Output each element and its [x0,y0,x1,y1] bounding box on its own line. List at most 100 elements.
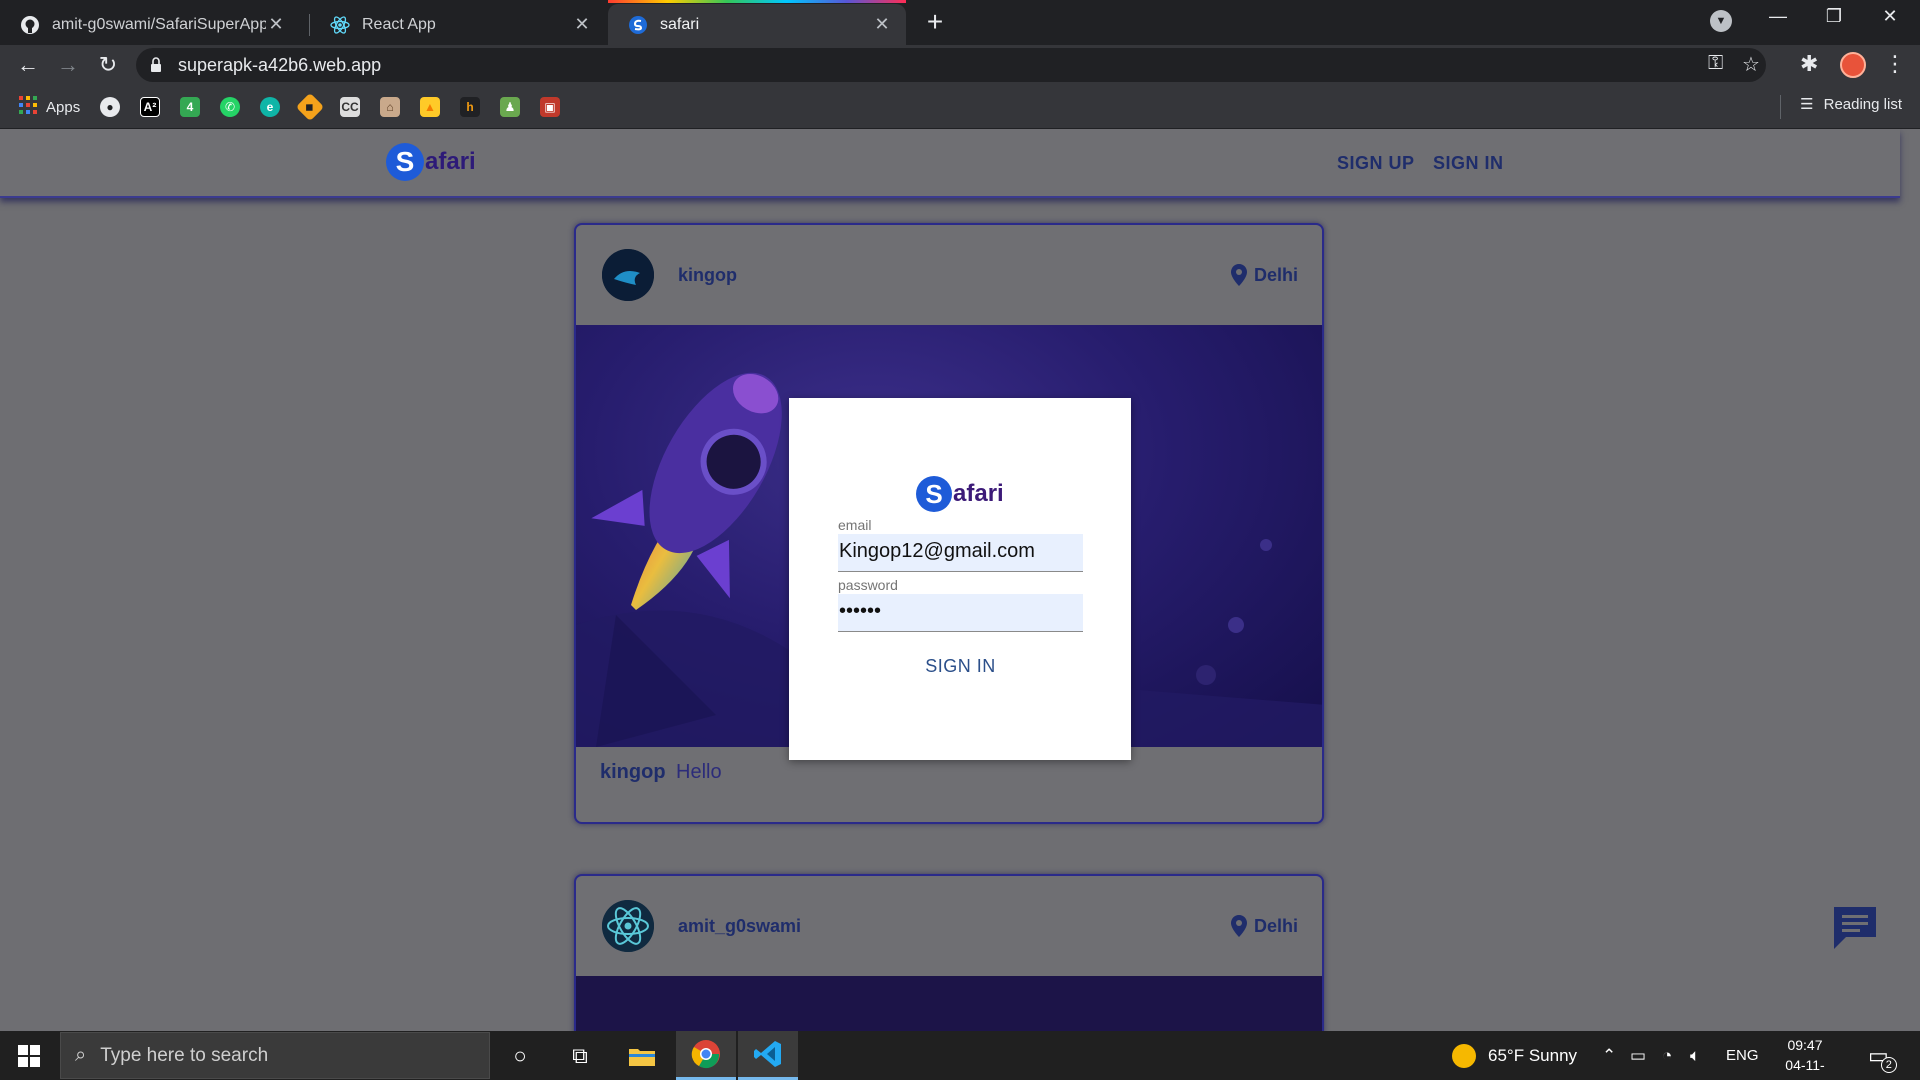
extensions-icon[interactable]: ✱ [1800,51,1818,77]
chevron-up-icon[interactable]: ⌃ [1602,1031,1616,1080]
window-close-icon[interactable]: ✕ [1870,6,1910,27]
file-explorer-icon[interactable] [612,1031,672,1080]
sign-in-modal: S afari email Kingop12@gmail.com passwor… [789,398,1131,760]
post-card: amit_g0swami Delhi [574,874,1324,1031]
apps-grid-icon [18,95,38,119]
volume-icon[interactable]: 🔈︎ [1690,1031,1700,1080]
search-icon: ⌕ [75,1044,87,1066]
cc-icon[interactable]: CC [340,95,360,119]
gift-icon[interactable]: ▣ [540,95,560,119]
github-icon [20,15,40,35]
search-placeholder: Type here to search [100,1044,269,1066]
bookmark-label: Apps [46,98,81,116]
password-field[interactable]: •••••• [838,594,1083,632]
minimize-icon[interactable]: — [1758,6,1798,27]
post-header: amit_g0swami Delhi [576,876,1322,976]
chat-icon[interactable] [1832,905,1878,951]
tab-title: React App [362,15,436,33]
forward-icon[interactable]: → [54,51,82,79]
post-username[interactable]: amit_g0swami [678,916,801,937]
chrome-icon[interactable] [676,1031,736,1080]
modal-logo: S afari [916,476,1004,512]
clock[interactable]: 09:47 04-11-2021 [1770,1035,1840,1080]
chess-icon[interactable]: ♟ [500,95,520,119]
close-icon[interactable]: ✕ [572,14,592,35]
browser-tab-strip: amit-g0swami/SafariSuperApp-R ✕ React Ap… [0,0,1920,45]
windows-taskbar: ⌕ Type here to search ○ ⧉ 65°F Sunny ⌃ ▭… [0,1031,1920,1080]
menu-icon[interactable]: ⋮ [1884,51,1906,77]
firebase-icon[interactable]: ▲ [420,95,440,119]
sun-icon [1452,1043,1476,1068]
new-tab-button[interactable]: + [920,8,950,38]
a2-icon[interactable]: A² [140,95,160,119]
avatar[interactable] [602,249,654,301]
reload-icon[interactable]: ↻ [94,51,122,79]
lock-icon [151,57,161,72]
tab-safari[interactable]: safari ✕ [608,4,906,45]
cortana-icon[interactable]: ○ [490,1031,550,1080]
key-icon[interactable]: ⚿ [1708,52,1723,75]
four-icon[interactable]: 4 [180,95,200,119]
app-header: S afari SIGN UP SIGN IN [0,129,1900,198]
modal-sign-in-button[interactable]: SIGN IN [838,656,1083,677]
loading-indicator [608,0,906,3]
email-label: email [838,517,872,533]
profile-avatar[interactable] [1840,52,1866,78]
tab-github[interactable]: amit-g0swami/SafariSuperApp-R ✕ [0,4,300,45]
taskbar-search[interactable]: ⌕ Type here to search [60,1032,490,1079]
windows-start-icon[interactable] [18,1045,40,1067]
caption-username[interactable]: kingop [600,761,666,784]
battery-icon[interactable]: ▭ [1630,1031,1646,1080]
location-pin-icon [1230,264,1247,286]
back-icon[interactable]: ← [14,51,42,79]
language-indicator[interactable]: ENG [1726,1031,1759,1080]
bookmarks-bar: Apps ● A² 4 ✆ e ◆ CC ⌂ ▲ h ♟ ▣ ☰ Reading… [0,85,1920,129]
location-pin-icon [1230,915,1247,937]
post-header: kingop Delhi [576,225,1322,325]
task-view-icon[interactable]: ⧉ [550,1031,610,1080]
close-icon[interactable]: ✕ [266,14,286,35]
logo-mark: S [386,143,424,181]
address-bar[interactable]: superapk-a42b6.web.app ⚿ ☆ [136,48,1766,82]
sign-in-button[interactable]: SIGN IN [1433,153,1504,174]
weather-widget[interactable]: 65°F Sunny [1452,1031,1577,1080]
post-location: Delhi [1230,914,1298,938]
app-logo[interactable]: S afari [386,143,476,181]
separator [1780,95,1781,119]
restore-icon[interactable]: ❐ [1814,6,1854,27]
reading-list[interactable]: ☰ Reading list [1800,95,1902,114]
github-icon[interactable]: ● [100,95,120,119]
tab-react-app[interactable]: React App ✕ [310,4,606,45]
post-image [576,976,1322,1031]
bookmark-star-icon[interactable]: ☆ [1742,52,1760,77]
time-text: 09:47 [1787,1037,1823,1053]
post-username[interactable]: kingop [678,265,737,286]
notification-count: 2 [1880,1056,1897,1073]
close-icon[interactable]: ✕ [872,14,892,35]
tab-title: amit-g0swami/SafariSuperApp-R [52,15,266,33]
edge-icon[interactable]: e [260,95,280,119]
vscode-icon[interactable] [738,1031,798,1080]
reading-list-icon: ☰ [1800,96,1814,113]
logo-text: afari [425,148,476,175]
react-icon [330,15,350,35]
tab-title: safari [660,15,700,33]
git-icon[interactable]: ◆ [295,92,325,122]
avatar[interactable] [602,900,654,952]
hackerrank-icon[interactable]: h [460,95,480,119]
caption-text: Hello [676,761,722,783]
sign-up-button[interactable]: SIGN UP [1337,153,1415,174]
location-text: Delhi [1253,915,1298,936]
bank-icon[interactable]: ⌂ [380,95,400,119]
date-text: 04-11-2021 [1785,1057,1825,1080]
tab-search-icon[interactable]: ▼ [1710,10,1732,32]
url-text: superapk-a42b6.web.app [178,55,382,75]
email-field[interactable]: Kingop12@gmail.com [838,534,1083,572]
bookmark-apps[interactable]: Apps [18,95,80,119]
wifi-icon[interactable]: ◔ [1662,1031,1672,1080]
safari-logo-icon [628,15,648,35]
password-label: password [838,577,898,593]
post-location: Delhi [1230,263,1298,287]
whatsapp-icon[interactable]: ✆ [220,95,240,119]
notification-center-icon[interactable]: ▭ 2 [1868,1031,1897,1080]
